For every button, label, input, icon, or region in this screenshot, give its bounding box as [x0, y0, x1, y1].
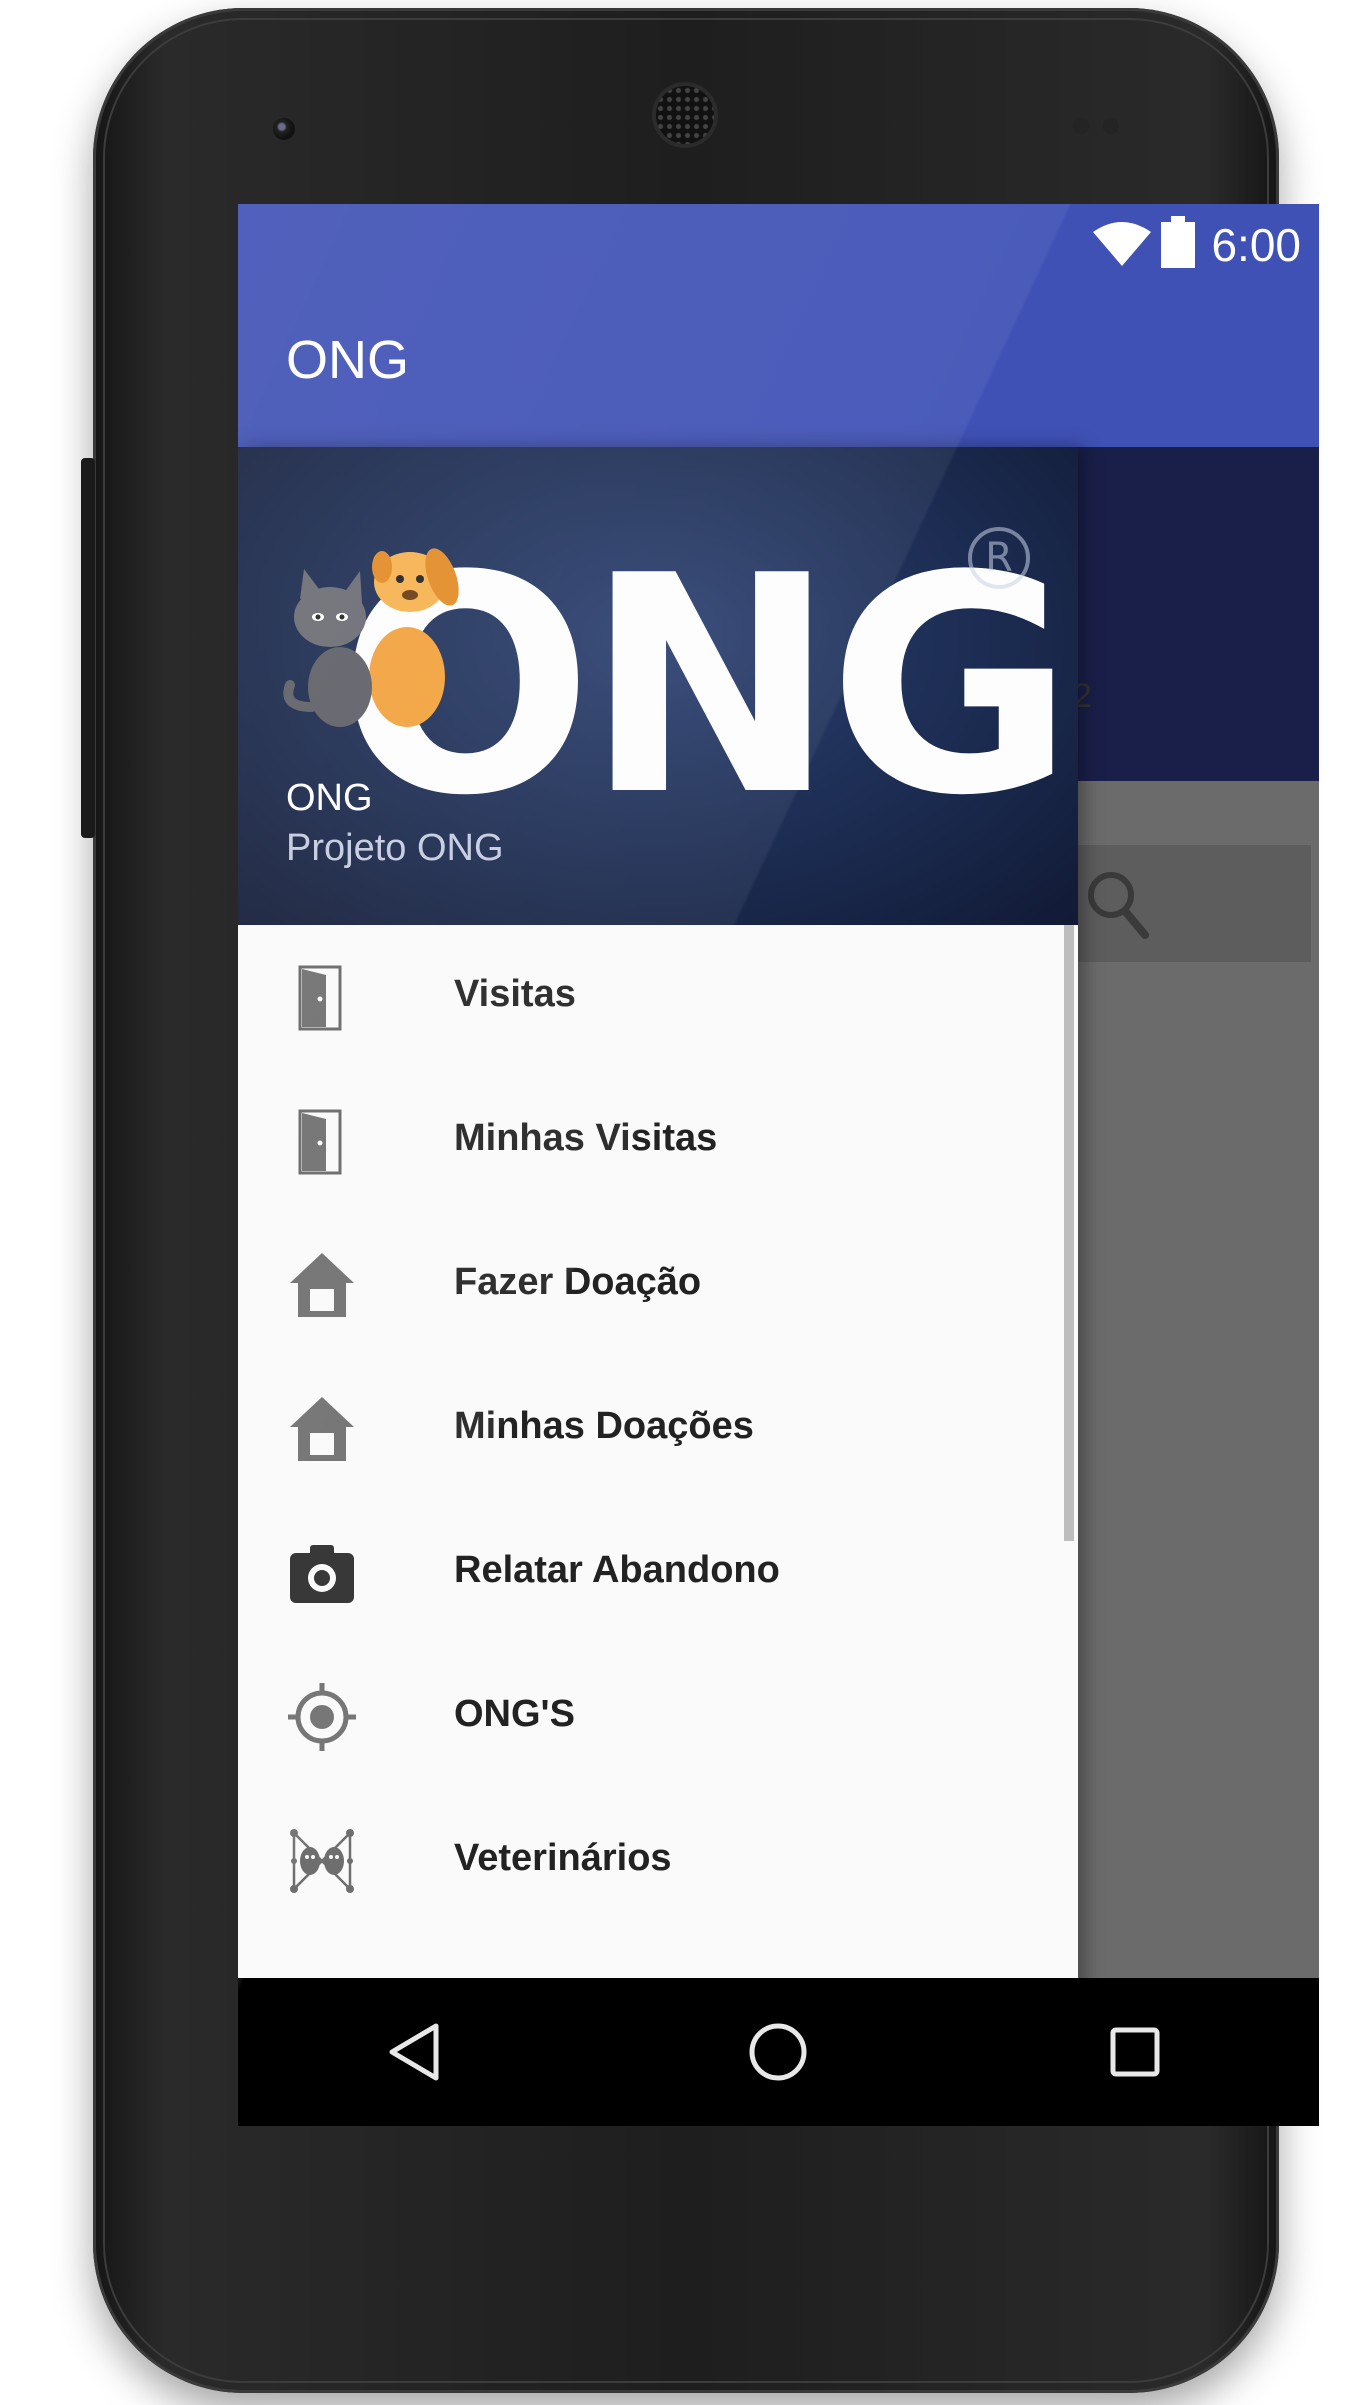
phone-frame: 6:00 ONG 2 ONG R ONG Projeto ONG Visitas…: [81, 8, 1319, 2393]
menu-item-veterinarios[interactable]: Veterinários: [238, 1789, 1078, 1933]
menu-item-label: Minhas Visitas: [454, 1117, 718, 1159]
gps-icon: [288, 1683, 356, 1751]
pets-network-icon: [290, 1829, 354, 1893]
drawer-user-subtitle: Projeto ONG: [286, 827, 504, 869]
earpiece-speaker: [656, 86, 714, 144]
menu-item-minhas-doacoes[interactable]: Minhas Doações: [238, 1357, 1078, 1501]
menu-item-visitas[interactable]: Visitas: [238, 925, 1078, 1069]
navigation-drawer: ONG R ONG Projeto ONG Visitas Minhas Vis…: [238, 447, 1078, 2126]
app-title: ONG: [286, 330, 410, 390]
menu-item-minhas-visitas[interactable]: Minhas Visitas: [238, 1069, 1078, 1213]
status-time: 6:00: [1211, 219, 1301, 271]
wifi-icon: [1093, 222, 1151, 266]
house-icon: [290, 1397, 354, 1461]
menu-item-label: Relatar Abandono: [454, 1549, 780, 1591]
menu-item-label: Veterinários: [454, 1837, 672, 1879]
camera-icon: [290, 1545, 354, 1603]
proximity-sensor: [1073, 118, 1089, 134]
screen: 6:00 ONG 2 ONG R ONG Projeto ONG Visitas…: [238, 204, 1319, 2126]
cat-dog-mascot-icon: [283, 548, 459, 727]
back-icon[interactable]: [388, 2022, 440, 2082]
app-bar: ONG: [238, 279, 1319, 447]
battery-icon: [1161, 216, 1195, 268]
house-icon: [290, 1253, 354, 1317]
door-icon: [298, 965, 342, 1031]
drawer-menu: Visitas Minhas Visitas Fazer Doação Minh…: [238, 925, 1078, 1933]
drawer-user-name: ONG: [286, 777, 373, 819]
drawer-scrollbar[interactable]: [1064, 925, 1074, 1541]
recent-apps-icon[interactable]: [1109, 2026, 1161, 2078]
navigation-bar: [238, 1978, 1319, 2126]
menu-item-fazer-doacao[interactable]: Fazer Doação: [238, 1213, 1078, 1357]
registered-mark: R: [968, 527, 1030, 589]
drawer-header: ONG R ONG Projeto ONG: [238, 447, 1078, 925]
volume-button: [81, 458, 95, 838]
background-search-button[interactable]: [1073, 845, 1311, 962]
menu-item-label: Minhas Doações: [454, 1405, 754, 1447]
menu-item-label: Visitas: [454, 973, 576, 1015]
search-icon: [1088, 872, 1149, 939]
menu-item-ongs[interactable]: ONG'S: [238, 1645, 1078, 1789]
status-bar: 6:00: [238, 204, 1319, 279]
menu-item-label: ONG'S: [454, 1693, 575, 1735]
door-icon: [298, 1109, 342, 1175]
light-sensor: [1103, 118, 1119, 134]
menu-item-label: Fazer Doação: [454, 1261, 702, 1303]
menu-item-relatar-abandono[interactable]: Relatar Abandono: [238, 1501, 1078, 1645]
front-camera: [273, 118, 295, 140]
home-icon[interactable]: [746, 2020, 810, 2084]
